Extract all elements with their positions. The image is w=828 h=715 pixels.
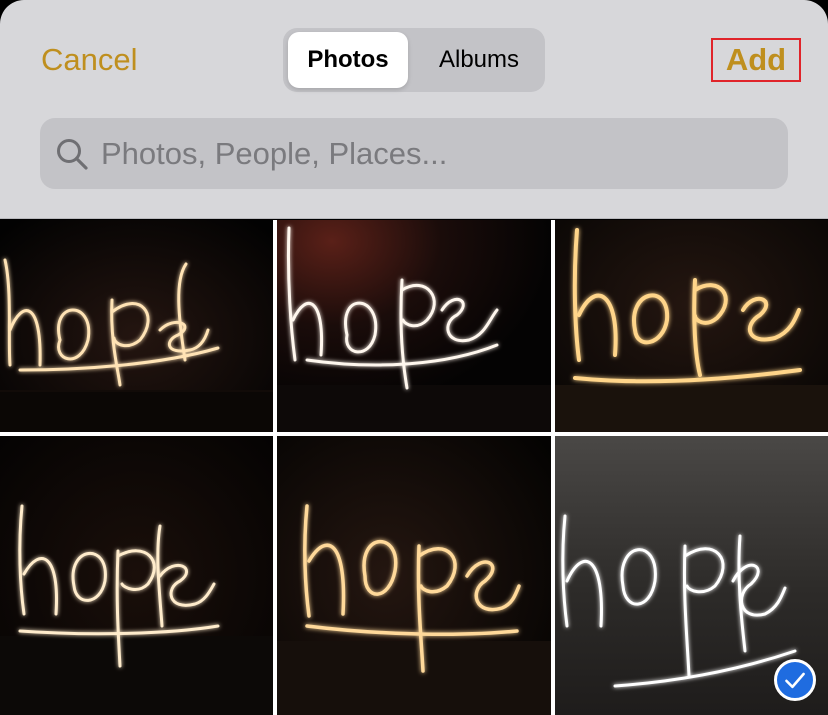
search-icon xyxy=(57,139,88,170)
search-bar[interactable] xyxy=(40,118,788,189)
photo-thumbnail[interactable] xyxy=(0,436,273,715)
tab-photos[interactable]: Photos xyxy=(288,32,408,88)
source-segmented-control: Photos Albums xyxy=(283,28,545,92)
picker-header: Cancel Photos Albums Add xyxy=(0,0,828,219)
photo-thumbnail[interactable] xyxy=(0,220,273,432)
photo-thumbnail[interactable] xyxy=(277,220,551,432)
photo-grid xyxy=(0,220,828,715)
checkmark-icon xyxy=(774,659,816,701)
photo-thumbnail[interactable] xyxy=(277,436,551,715)
search-input[interactable] xyxy=(101,118,761,189)
add-button[interactable]: Add xyxy=(711,38,801,82)
tab-albums[interactable]: Albums xyxy=(418,32,540,88)
cancel-button[interactable]: Cancel xyxy=(41,42,138,78)
photo-thumbnail[interactable] xyxy=(555,220,828,432)
